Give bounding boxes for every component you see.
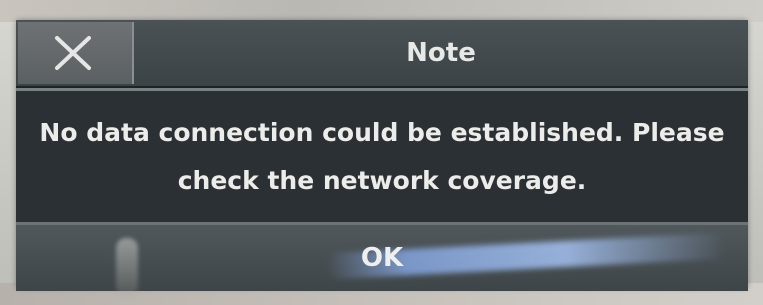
screen-bezel-top	[0, 0, 763, 22]
dialog-message-area: No data connection could be established.…	[16, 88, 748, 223]
screen-reflection	[116, 238, 138, 296]
device-screen: Note No data connection could be establi…	[0, 0, 763, 305]
dialog-title-bar: Note	[16, 20, 748, 88]
dialog-title: Note	[406, 38, 476, 68]
close-button[interactable]	[18, 22, 134, 84]
dialog-message: No data connection could be established.…	[39, 118, 725, 195]
note-dialog: Note No data connection could be establi…	[16, 20, 748, 296]
close-icon	[55, 36, 91, 70]
